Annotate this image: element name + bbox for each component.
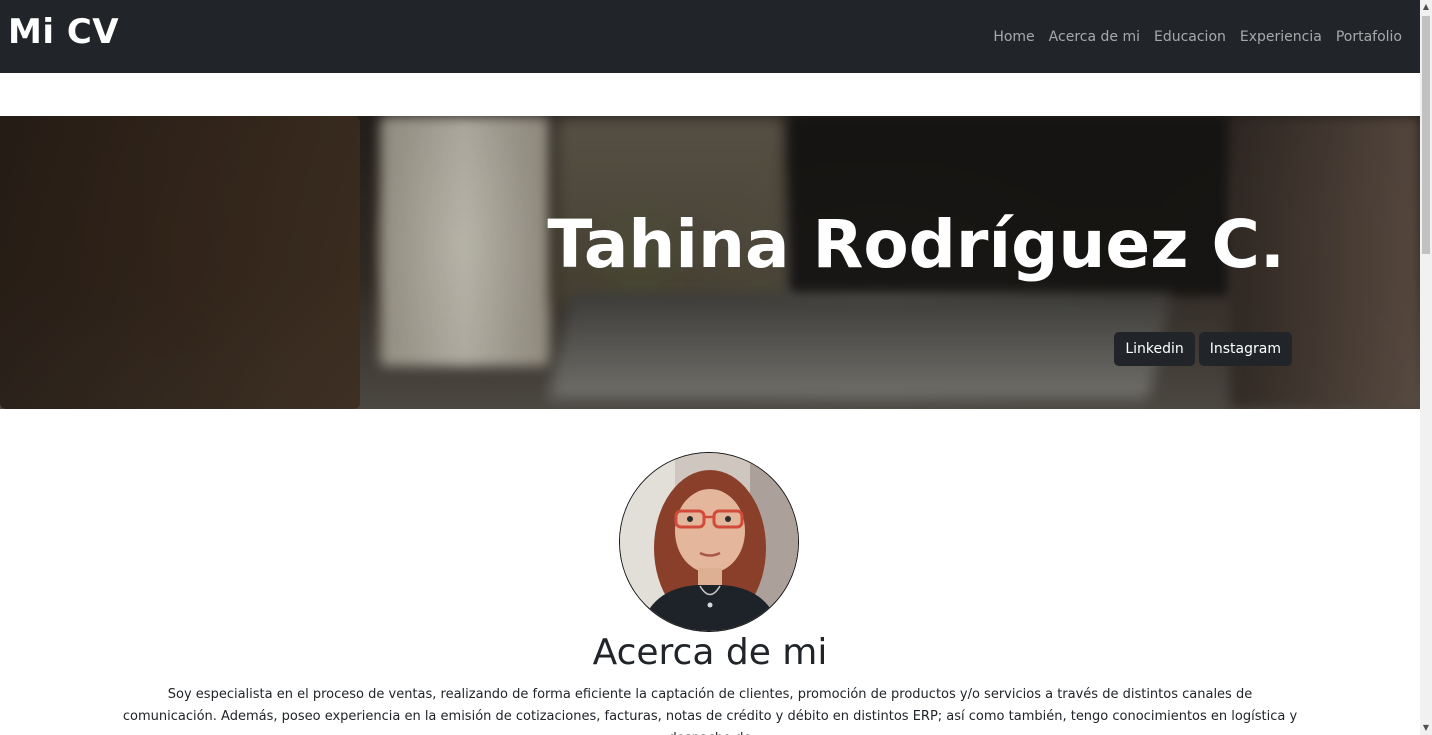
scrollbar[interactable]: ▲ ▼	[1420, 0, 1432, 735]
avatar	[619, 452, 799, 632]
social-buttons: Linkedin Instagram	[1114, 332, 1292, 366]
hero-banner: Tahina Rodríguez C. Linkedin Instagram	[0, 116, 1420, 409]
about-description: Soy especialista en el proceso de ventas…	[122, 687, 1298, 735]
profile-photo	[620, 453, 798, 631]
page: Mi CV Home Acerca de mi Educacion Experi…	[0, 0, 1420, 735]
nav-link-educacion[interactable]: Educacion	[1154, 29, 1226, 45]
scrollbar-thumb[interactable]	[1422, 16, 1430, 254]
about-title: Acerca de mi	[592, 632, 828, 673]
nav-item-experiencia: Experiencia	[1240, 26, 1322, 45]
nav-link-acerca-de-mi[interactable]: Acerca de mi	[1049, 29, 1140, 45]
linkedin-button[interactable]: Linkedin	[1114, 332, 1195, 366]
down-arrow-icon[interactable]: ▼	[1420, 721, 1432, 735]
instagram-button[interactable]: Instagram	[1198, 332, 1292, 366]
nav-link-experiencia[interactable]: Experiencia	[1240, 29, 1322, 45]
up-arrow-icon[interactable]: ▲	[1420, 0, 1432, 14]
nav-item-educacion: Educacion	[1154, 26, 1226, 45]
navbar: Mi CV Home Acerca de mi Educacion Experi…	[0, 0, 1420, 73]
nav-item-acerca: Acerca de mi	[1049, 26, 1140, 45]
nav-item-home: Home	[993, 26, 1034, 45]
brand-logo[interactable]: Mi CV	[8, 12, 119, 52]
nav-item-portafolio: Portafolio	[1336, 26, 1402, 45]
hero-name: Tahina Rodríguez C.	[547, 206, 1285, 283]
nav-link-portafolio[interactable]: Portafolio	[1336, 29, 1402, 45]
nav-link-home[interactable]: Home	[993, 29, 1034, 45]
nav-menu: Home Acerca de mi Educacion Experiencia …	[993, 26, 1402, 45]
